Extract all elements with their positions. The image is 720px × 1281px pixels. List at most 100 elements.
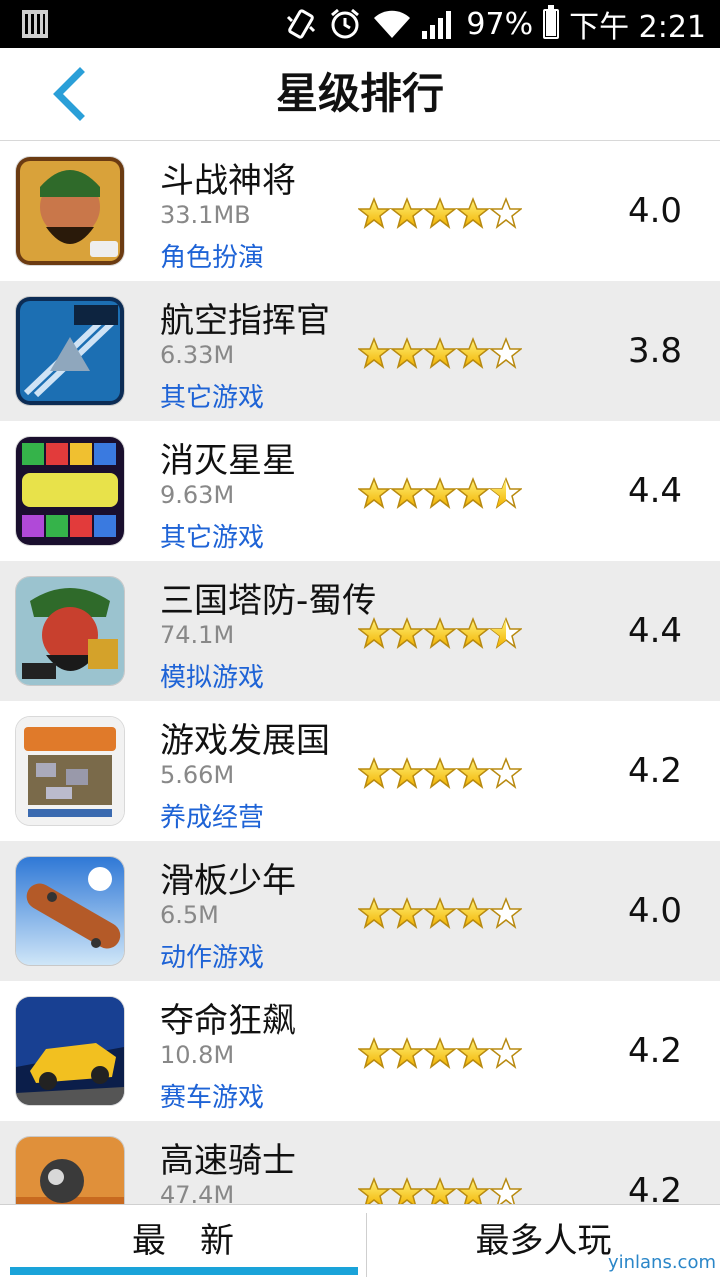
rating-value: 4.0: [627, 891, 683, 931]
star-rating: [356, 1176, 524, 1204]
star-full: [356, 616, 392, 649]
list-item[interactable]: 航空指挥官 6.33M 其它游戏 3.8: [0, 281, 720, 421]
star-full: [455, 1176, 491, 1204]
rating-value: 4.4: [627, 611, 683, 651]
stars-graphic: [356, 196, 524, 229]
stars-graphic: [356, 896, 524, 929]
app-size: 9.63M: [160, 481, 235, 509]
app-category-link[interactable]: 赛车游戏: [160, 1077, 264, 1114]
star-full: [356, 896, 392, 929]
star-full: [356, 756, 392, 789]
sim-card-icon: [22, 10, 48, 42]
star-full: [455, 476, 491, 509]
app-size: 33.1MB: [160, 201, 251, 229]
star-rating: [356, 616, 524, 649]
app-category-link[interactable]: 动作游戏: [160, 937, 264, 974]
back-button[interactable]: [44, 66, 100, 122]
app-size: 10.8M: [160, 1041, 235, 1069]
star-empty: [488, 756, 524, 789]
star-full: [356, 476, 392, 509]
list-item[interactable]: 游戏发展国 5.66M 养成经营 4.2: [0, 701, 720, 841]
app-name: 夺命狂飙: [160, 1001, 296, 1041]
rating-value: 4.2: [627, 751, 683, 791]
app-name: 航空指挥官: [160, 301, 330, 341]
star-full: [422, 196, 458, 229]
status-bar: 97% 下午 2:21: [0, 0, 720, 48]
star-rating: [356, 476, 524, 509]
app-icon: [16, 157, 124, 265]
app-icon: [16, 1137, 124, 1204]
app-size: 6.33M: [160, 341, 235, 369]
star-full: [356, 196, 392, 229]
star-empty: [488, 1176, 524, 1204]
star-full: [422, 896, 458, 929]
star-full: [422, 616, 458, 649]
stars-graphic: [356, 616, 524, 649]
star-full: [389, 616, 425, 649]
app-category-link[interactable]: 角色扮演: [160, 237, 264, 274]
app-name: 游戏发展国: [160, 721, 330, 761]
star-full: [455, 1036, 491, 1069]
active-tab-indicator: [10, 1267, 358, 1275]
star-full: [422, 476, 458, 509]
app-icon: [16, 717, 124, 825]
star-full: [389, 476, 425, 509]
stars-graphic: [356, 756, 524, 789]
app-size: 5.66M: [160, 761, 235, 789]
star-rating: [356, 336, 524, 369]
wifi-icon: [372, 8, 412, 40]
list-item[interactable]: 斗战神将 33.1MB 角色扮演 4.0: [0, 141, 720, 281]
star-full: [455, 196, 491, 229]
battery-icon: [543, 5, 560, 39]
star-full: [422, 756, 458, 789]
app-category-link[interactable]: 养成经营: [160, 797, 264, 834]
list-item[interactable]: 夺命狂飙 10.8M 赛车游戏 4.2: [0, 981, 720, 1121]
star-full: [356, 1036, 392, 1069]
stars-graphic: [356, 336, 524, 369]
title-bar: 星级排行: [0, 48, 720, 141]
rating-value: 4.4: [627, 471, 683, 511]
list-item[interactable]: 消灭星星 9.63M 其它游戏 4.4: [0, 421, 720, 561]
app-size: 6.5M: [160, 901, 219, 929]
app-name: 高速骑士: [160, 1141, 296, 1181]
star-full: [356, 336, 392, 369]
star-empty: [488, 896, 524, 929]
app-name: 斗战神将: [160, 161, 296, 201]
star-rating: [356, 1036, 524, 1069]
rating-value: 4.2: [627, 1031, 683, 1071]
star-full: [389, 1176, 425, 1204]
star-full: [389, 896, 425, 929]
watermark: yinlans.com: [607, 1252, 716, 1273]
star-full: [422, 1036, 458, 1069]
star-full: [356, 1176, 392, 1204]
battery-percent: 97%: [466, 6, 534, 42]
app-category-link[interactable]: 其它游戏: [160, 377, 264, 414]
star-full: [455, 756, 491, 789]
list-item[interactable]: 滑板少年 6.5M 动作游戏 4.0: [0, 841, 720, 981]
app-size: 74.1M: [160, 621, 235, 649]
app-icon: [16, 997, 124, 1105]
app-name: 滑板少年: [160, 861, 296, 901]
app-name: 三国塔防-蜀传: [160, 581, 377, 621]
back-arrow-icon: [53, 67, 85, 121]
star-rating: [356, 196, 524, 229]
star-rating: [356, 756, 524, 789]
star-full: [389, 1036, 425, 1069]
app-category-link[interactable]: 其它游戏: [160, 517, 264, 554]
stars-graphic: [356, 1036, 524, 1069]
app-size: 47.4M: [160, 1181, 235, 1204]
list-item[interactable]: 三国塔防-蜀传 74.1M 模拟游戏 4.4: [0, 561, 720, 701]
star-empty: [488, 1036, 524, 1069]
rating-value: 4.0: [627, 191, 683, 231]
star-full: [389, 196, 425, 229]
vibrate-icon: [284, 7, 318, 41]
app-icon: [16, 437, 124, 545]
star-full: [389, 756, 425, 789]
signal-icon: [422, 9, 456, 39]
page-title: 星级排行: [275, 69, 444, 118]
clock: 下午 2:21: [569, 10, 706, 45]
app-category-link[interactable]: 模拟游戏: [160, 657, 264, 694]
app-list[interactable]: 斗战神将 33.1MB 角色扮演 4.0 航空指挥官 6.33M 其它游戏 3.…: [0, 141, 720, 1204]
star-empty: [488, 336, 524, 369]
list-item[interactable]: 高速骑士 47.4M 4.2: [0, 1121, 720, 1204]
